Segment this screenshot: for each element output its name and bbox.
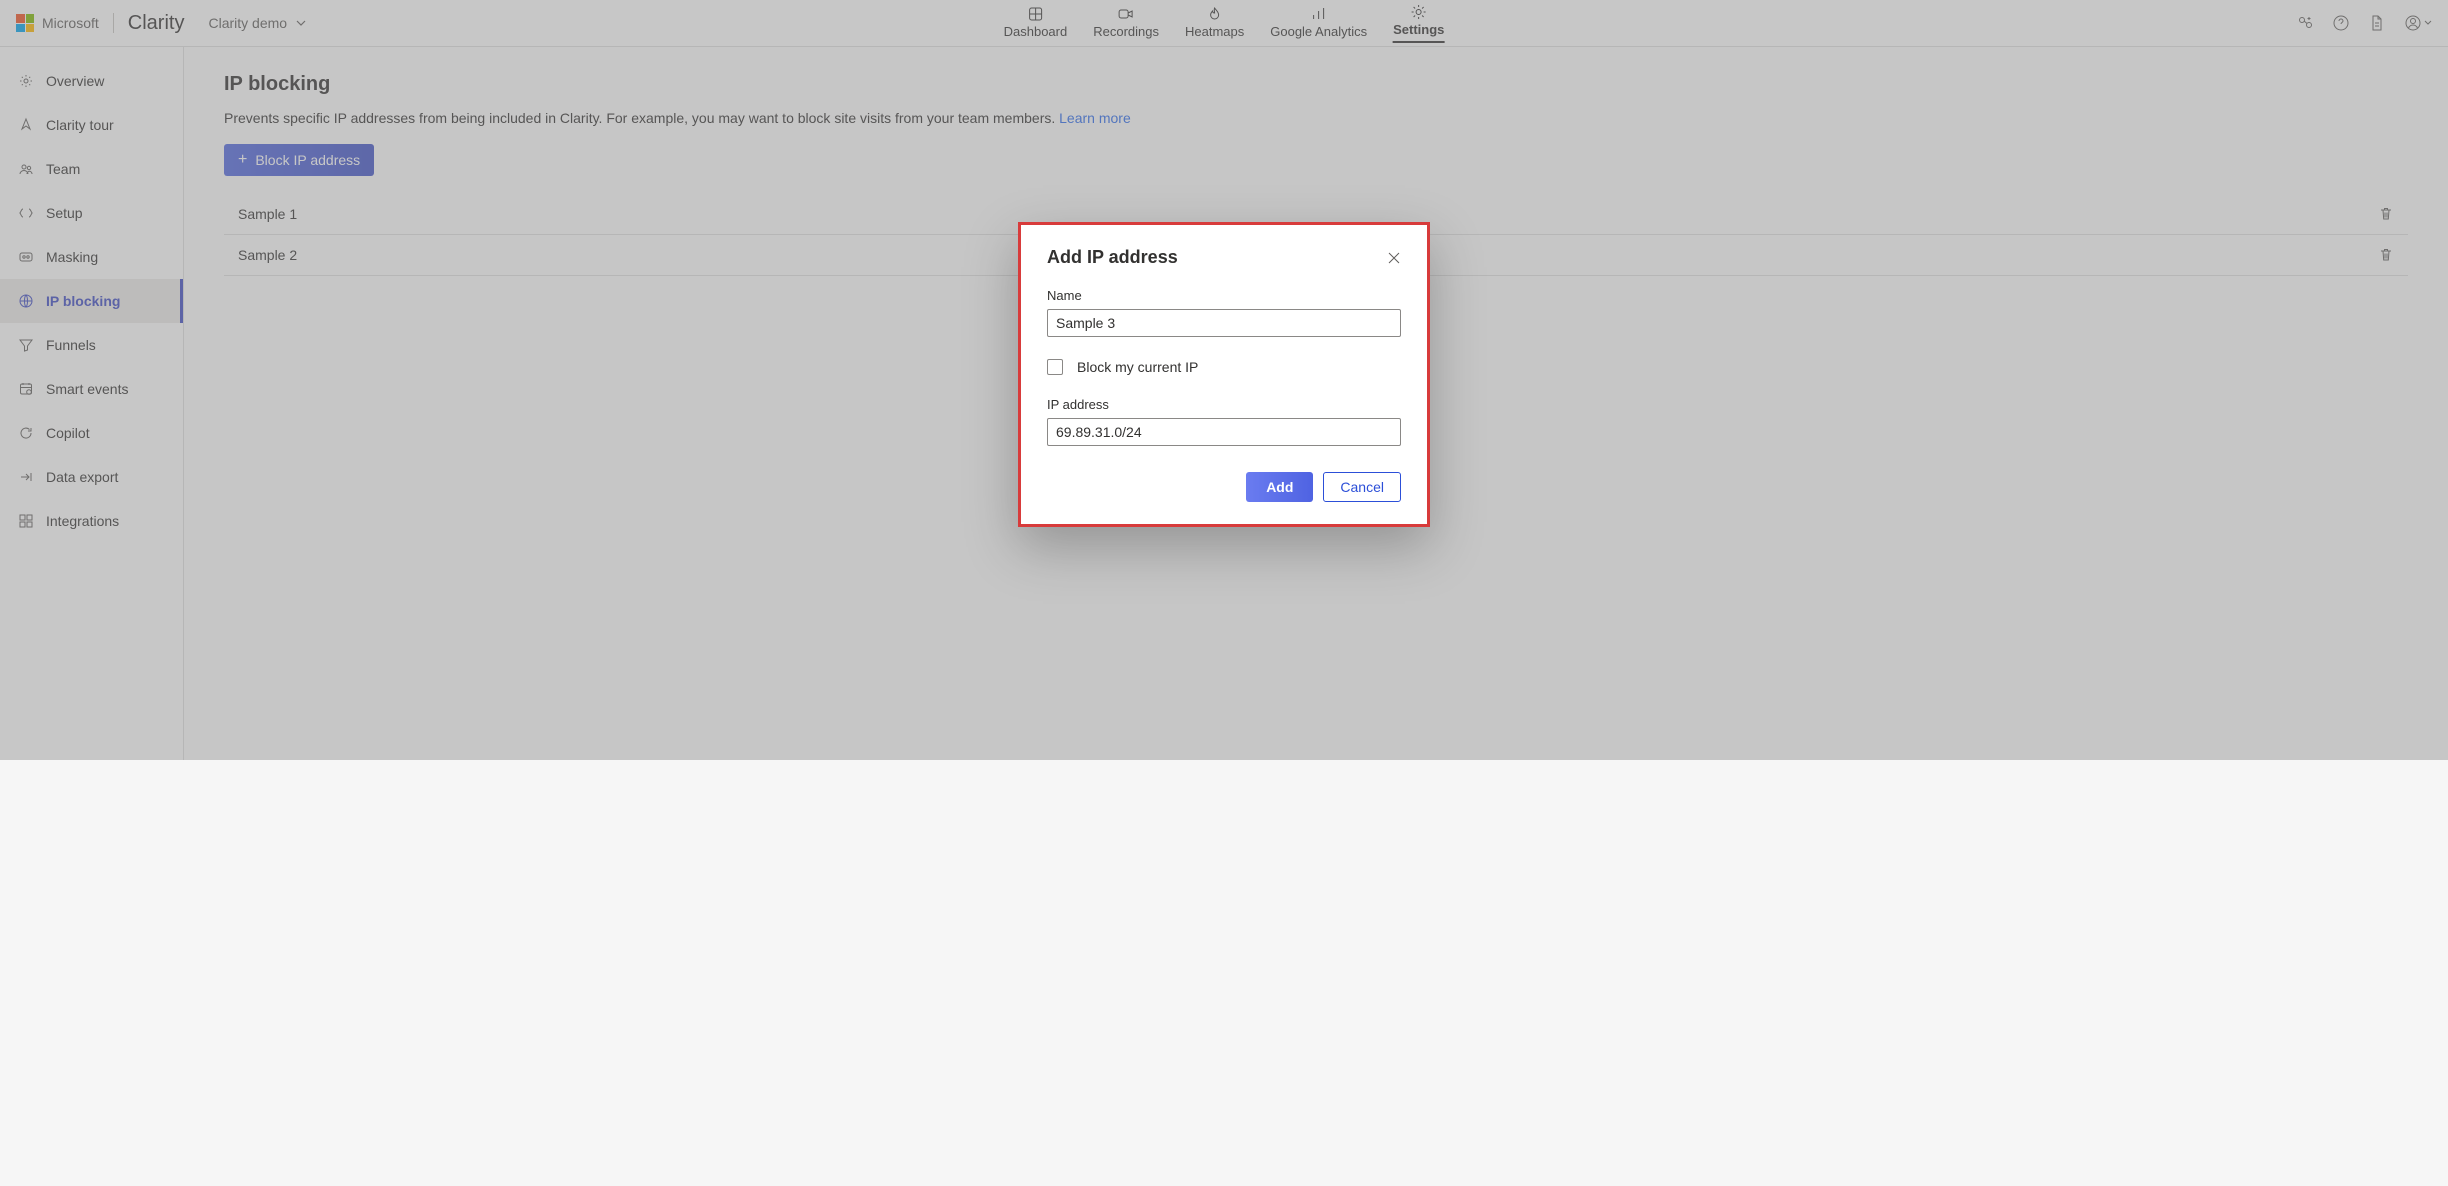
add-button[interactable]: Add bbox=[1246, 472, 1313, 502]
add-ip-modal: Add IP address Name Block my current IP … bbox=[1018, 222, 1430, 527]
cancel-button[interactable]: Cancel bbox=[1323, 472, 1401, 502]
name-input[interactable] bbox=[1047, 309, 1401, 337]
close-button[interactable] bbox=[1387, 251, 1401, 265]
ip-label: IP address bbox=[1047, 397, 1401, 412]
block-current-label: Block my current IP bbox=[1077, 359, 1198, 375]
ip-input[interactable] bbox=[1047, 418, 1401, 446]
block-current-checkbox[interactable] bbox=[1047, 359, 1063, 375]
name-label: Name bbox=[1047, 288, 1401, 303]
modal-title: Add IP address bbox=[1047, 247, 1178, 268]
